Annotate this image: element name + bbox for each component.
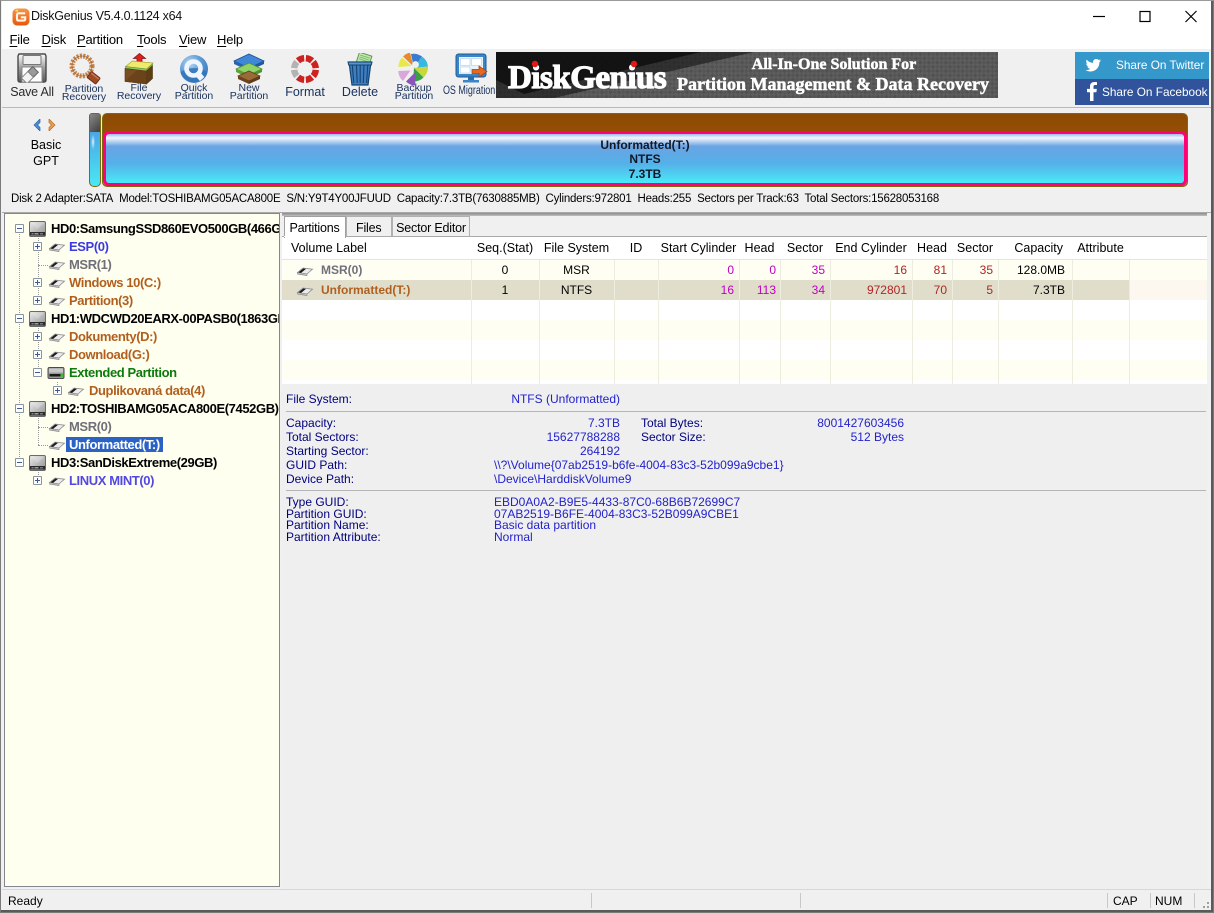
svg-text:All-In-One Solution For: All-In-One Solution For: [752, 56, 916, 73]
svg-text:Partition Management & Data Re: Partition Management & Data Recovery: [677, 74, 989, 94]
svg-text:DiskGenius: DiskGenius: [508, 60, 667, 96]
